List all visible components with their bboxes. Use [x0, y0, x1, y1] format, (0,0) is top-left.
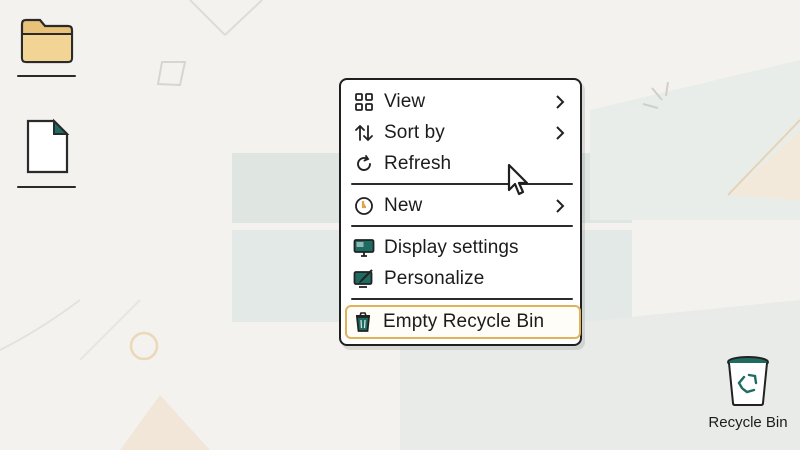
menu-item-label: Display settings — [384, 237, 519, 258]
sort-arrows-icon — [353, 122, 375, 144]
recycle-bin-label: Recycle Bin — [708, 414, 788, 431]
menu-separator — [351, 225, 573, 227]
menu-separator — [351, 298, 573, 300]
menu-item-label: Empty Recycle Bin — [383, 311, 545, 332]
desktop-context-menu: View Sort by Refresh New Display setting… — [339, 78, 582, 346]
personalize-brush-icon — [353, 268, 375, 290]
file-icon — [26, 118, 70, 174]
folder-label-underline — [17, 75, 76, 77]
mouse-pointer-icon — [507, 163, 529, 196]
chevron-right-icon — [556, 199, 565, 213]
menu-item-new[interactable]: New — [351, 191, 577, 221]
file-label-underline — [17, 186, 76, 188]
menu-separator — [351, 183, 573, 185]
menu-item-label: View — [384, 91, 426, 112]
menu-item-sort-by[interactable]: Sort by — [351, 118, 577, 148]
menu-item-label: Personalize — [384, 268, 485, 289]
display-monitor-icon — [353, 237, 375, 259]
menu-item-display-settings[interactable]: Display settings — [351, 233, 577, 263]
recycle-bin-desktop-icon[interactable]: Recycle Bin — [700, 355, 796, 431]
menu-item-personalize[interactable]: Personalize — [351, 264, 577, 294]
view-grid-icon — [353, 91, 375, 113]
menu-item-label: Refresh — [384, 153, 452, 174]
folder-desktop-icon[interactable] — [20, 16, 74, 69]
new-plus-icon — [353, 195, 375, 217]
menu-item-view[interactable]: View — [351, 87, 577, 117]
refresh-icon — [353, 153, 375, 175]
menu-item-label: New — [384, 195, 423, 216]
recycle-bin-icon — [727, 356, 769, 406]
folder-icon — [20, 18, 74, 64]
menu-item-label: Sort by — [384, 122, 445, 143]
trash-icon — [352, 311, 374, 333]
chevron-right-icon — [556, 126, 565, 140]
menu-item-empty-recycle-bin[interactable]: Empty Recycle Bin — [345, 305, 581, 339]
file-desktop-icon[interactable] — [24, 118, 70, 181]
chevron-right-icon — [556, 95, 565, 109]
menu-item-refresh[interactable]: Refresh — [351, 149, 577, 179]
